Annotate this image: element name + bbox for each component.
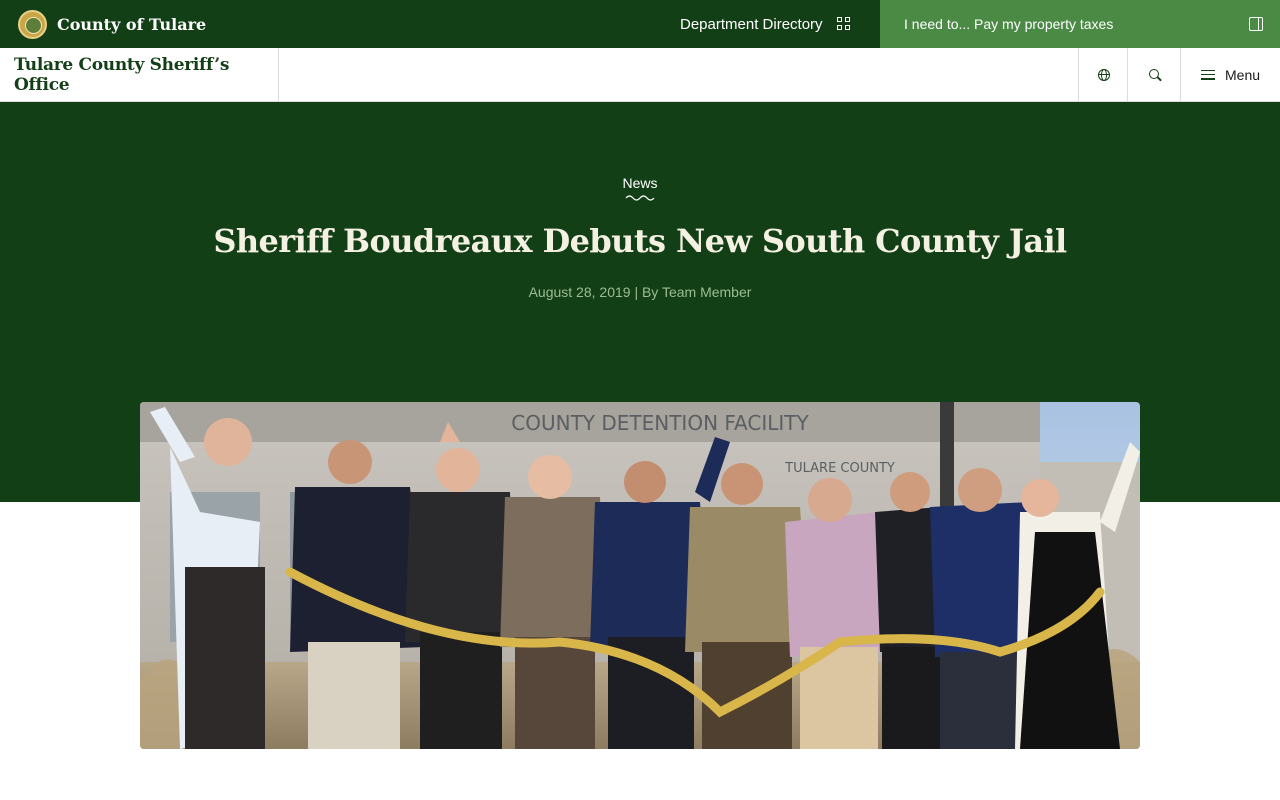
i-need-to-button[interactable]: I need to... Pay my property taxes <box>880 0 1280 48</box>
article-category[interactable]: News <box>0 175 1280 191</box>
department-directory-button[interactable]: Department Directory <box>680 0 851 48</box>
photo-sign-text: COUNTY DETENTION FACILITY <box>511 411 809 435</box>
translate-button[interactable] <box>1078 48 1128 101</box>
menu-label: Menu <box>1225 66 1261 83</box>
search-button[interactable] <box>1127 48 1181 101</box>
county-home-link[interactable]: County of Tulare <box>18 9 206 39</box>
photo-sign-subtext: TULARE COUNTY <box>784 461 895 476</box>
side-panel-icon <box>1249 17 1263 31</box>
i-need-to-label: I need to... Pay my property taxes <box>904 16 1114 32</box>
article-featured-image: COUNTY DETENTION FACILITY TULARE COUNTY <box>140 402 1140 749</box>
article-title: Sheriff Boudreaux Debuts New South Count… <box>213 222 1067 260</box>
county-name: County of Tulare <box>57 14 207 34</box>
squiggle-divider-icon <box>625 195 655 201</box>
department-directory-label: Department Directory <box>680 15 823 33</box>
article-meta: August 28, 2019 | By Team Member <box>528 284 752 300</box>
search-icon <box>1148 68 1161 81</box>
menu-button[interactable]: Menu <box>1180 48 1280 101</box>
county-seal-icon <box>18 9 47 39</box>
top-bar: County of Tulare Department Directory I … <box>0 0 1280 48</box>
globe-icon <box>1097 68 1110 81</box>
office-home-link[interactable]: Tulare County Sheriff’s Office <box>0 48 279 101</box>
grid-icon <box>836 17 851 31</box>
site-nav-bar: Tulare County Sheriff’s Office Menu <box>0 48 1280 102</box>
menu-icon <box>1201 69 1215 80</box>
